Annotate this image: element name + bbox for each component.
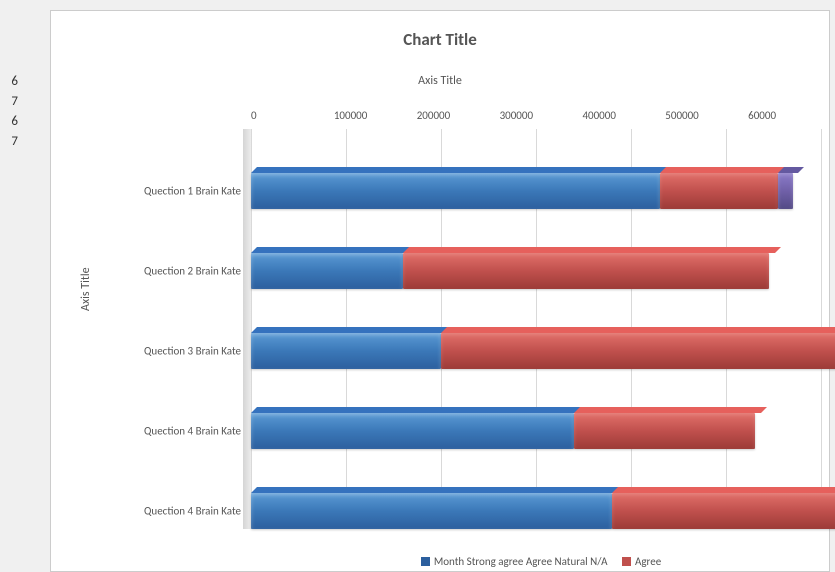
row-numbers-fragment: 6 7 6 7 bbox=[0, 72, 18, 152]
category-label: Quection 3 Brain Kate bbox=[91, 345, 241, 358]
bar-segment bbox=[660, 173, 779, 209]
bar-segment bbox=[251, 493, 612, 529]
rownum: 6 bbox=[0, 112, 18, 132]
bar-segment bbox=[778, 173, 792, 209]
bar-segment bbox=[251, 173, 660, 209]
rownum: 7 bbox=[0, 92, 18, 112]
bar-segment bbox=[612, 493, 835, 529]
x-tick: 300000 bbox=[500, 109, 583, 122]
rownum: 6 bbox=[0, 72, 18, 92]
chart-wall bbox=[243, 129, 251, 529]
rownum: 7 bbox=[0, 132, 18, 152]
bar-row: Quection 4 Brain Kate bbox=[251, 493, 831, 529]
legend-swatch-blue bbox=[421, 557, 430, 566]
legend-label: Agree bbox=[635, 555, 661, 568]
legend: Month Strong agree Agree Natural N/A Agr… bbox=[251, 555, 831, 569]
category-label: Quection 1 Brain Kate bbox=[91, 185, 241, 198]
chart-title: Chart Title bbox=[51, 29, 829, 50]
plot-area: Quection 1 Brain Kate Quection 2 Brain Ka… bbox=[251, 129, 831, 529]
x-tick: 60000 bbox=[748, 109, 831, 122]
bar-row: Quection 1 Brain Kate bbox=[251, 173, 831, 209]
bar-segment bbox=[574, 413, 755, 449]
x-axis-title: Axis Title bbox=[51, 74, 829, 88]
bar-segment bbox=[403, 253, 769, 289]
legend-item: Month Strong agree Agree Natural N/A bbox=[421, 555, 608, 568]
legend-swatch-red bbox=[622, 557, 631, 566]
x-axis-ticks: 0 100000 200000 300000 400000 500000 600… bbox=[251, 109, 831, 122]
category-label: Quection 4 Brain Kate bbox=[91, 425, 241, 438]
category-label: Quection 4 Brain Kate bbox=[91, 505, 241, 518]
legend-label: Month Strong agree Agree Natural N/A bbox=[434, 555, 608, 568]
x-tick: 200000 bbox=[417, 109, 500, 122]
bar-row: Quection 4 Brain Kate bbox=[251, 413, 831, 449]
legend-item: Agree bbox=[622, 555, 661, 568]
x-tick: 0 bbox=[251, 109, 334, 122]
category-label: Quection 2 Brain Kate bbox=[91, 265, 241, 278]
bar-segment bbox=[251, 333, 441, 369]
bar-segment bbox=[251, 413, 574, 449]
chart-object[interactable]: Chart Title Axis Title 0 100000 200000 3… bbox=[50, 10, 830, 572]
bar-row: Quection 2 Brain Kate bbox=[251, 253, 831, 289]
x-tick: 500000 bbox=[665, 109, 748, 122]
bar-segment bbox=[441, 333, 835, 369]
x-tick: 400000 bbox=[582, 109, 665, 122]
x-tick: 100000 bbox=[334, 109, 417, 122]
bar-row: Quection 3 Brain Kate bbox=[251, 333, 831, 369]
bar-segment bbox=[251, 253, 403, 289]
